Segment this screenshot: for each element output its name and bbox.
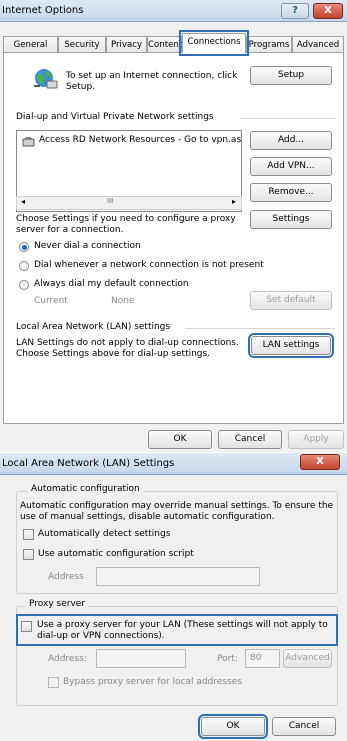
tab-general[interactable]: General [3,36,58,53]
setup-description: To set up an Internet connection, click … [66,71,238,92]
title-bar[interactable]: Local Area Network (LAN) Settings X [0,453,347,475]
horizontal-scrollbar[interactable]: ◂ III ▸ [16,196,242,210]
add-button[interactable]: Add... [250,131,332,150]
proxy-address-label: Address: [48,654,87,664]
proxy-settings-description: Choose Settings if you need to configure… [16,214,236,235]
auto-config-description: Automatic configuration may override man… [20,501,334,522]
auto-config-group-label: Automatic configuration [28,484,143,494]
close-button[interactable]: X [313,3,343,19]
address-label: Address [48,572,84,582]
use-proxy-checkbox[interactable] [21,621,32,632]
connections-panel [3,52,344,424]
tab-advanced[interactable]: Advanced [292,36,344,53]
network-globe-icon [32,66,58,90]
lan-section-label: Local Area Network (LAN) settings [16,322,171,332]
setup-button[interactable]: Setup [250,66,332,85]
ok-button[interactable]: OK [198,714,268,739]
section-divider [185,328,335,329]
tab-connections[interactable]: Connections [179,30,249,56]
radio-dial-whenever[interactable] [19,261,29,271]
close-button[interactable]: X [300,454,340,470]
proxy-group-label: Proxy server [26,599,89,609]
auto-script-checkbox[interactable] [23,549,34,560]
remove-button[interactable]: Remove... [250,183,332,202]
tab-privacy[interactable]: Privacy [106,36,147,53]
scroll-grip[interactable]: III [107,197,113,205]
tab-security[interactable]: Security [58,36,106,53]
lan-settings-dialog: Local Area Network (LAN) Settings X Auto… [0,453,347,741]
cancel-button[interactable]: Cancel [218,430,282,449]
auto-detect-checkbox[interactable] [23,529,34,540]
add-vpn-button[interactable]: Add VPN... [250,157,332,176]
help-button[interactable]: ? [281,3,309,19]
auto-detect-label[interactable]: Automatically detect settings [38,529,170,539]
dialup-section-label: Dial-up and Virtual Private Network sett… [16,112,214,122]
current-value: None [111,296,135,306]
address-field[interactable] [96,567,260,586]
use-proxy-label[interactable]: Use a proxy server for your LAN (These s… [37,620,331,642]
lan-settings-button[interactable]: LAN settings [248,333,334,358]
settings-button[interactable]: Settings [250,210,332,229]
list-item[interactable]: Access RD Network Resources - Go to vpn.… [39,135,241,145]
tab-programs[interactable]: Programs [246,36,292,53]
radio-never-dial[interactable] [19,242,29,252]
apply-button[interactable]: Apply [288,430,344,449]
cancel-button[interactable]: Cancel [272,717,336,736]
scroll-right-arrow-icon[interactable]: ▸ [232,197,236,206]
bypass-local-label[interactable]: Bypass proxy server for local addresses [63,677,242,687]
advanced-button[interactable]: Advanced [283,649,332,668]
window-title: Internet Options [2,5,84,16]
port-label: Port: [217,654,238,664]
radio-never-dial-label[interactable]: Never dial a connection [34,241,141,251]
use-proxy-option[interactable]: Use a proxy server for your LAN (These s… [16,614,338,646]
internet-options-dialog: Internet Options ? X General Security Pr… [0,0,347,452]
port-field[interactable]: 80 [245,649,280,668]
title-bar[interactable]: Internet Options ? X [0,0,347,22]
ok-button[interactable]: OK [148,430,212,449]
current-label: Current [34,296,68,306]
scroll-left-arrow-icon[interactable]: ◂ [21,197,25,206]
radio-always-dial[interactable] [19,280,29,290]
set-default-button[interactable]: Set default [250,291,332,310]
proxy-address-field[interactable] [96,649,186,668]
radio-always-dial-label[interactable]: Always dial my default connection [34,279,189,289]
bypass-local-checkbox[interactable] [48,677,59,688]
vpn-connection-icon [22,136,35,147]
lan-description: LAN Settings do not apply to dial-up con… [16,338,239,359]
tab-content[interactable]: Content [147,36,182,53]
port-value: 80 [250,653,262,663]
section-divider [240,118,335,119]
radio-dial-whenever-label[interactable]: Dial whenever a network connection is no… [34,260,264,270]
window-title: Local Area Network (LAN) Settings [2,458,175,469]
auto-script-label[interactable]: Use automatic configuration script [38,549,194,559]
